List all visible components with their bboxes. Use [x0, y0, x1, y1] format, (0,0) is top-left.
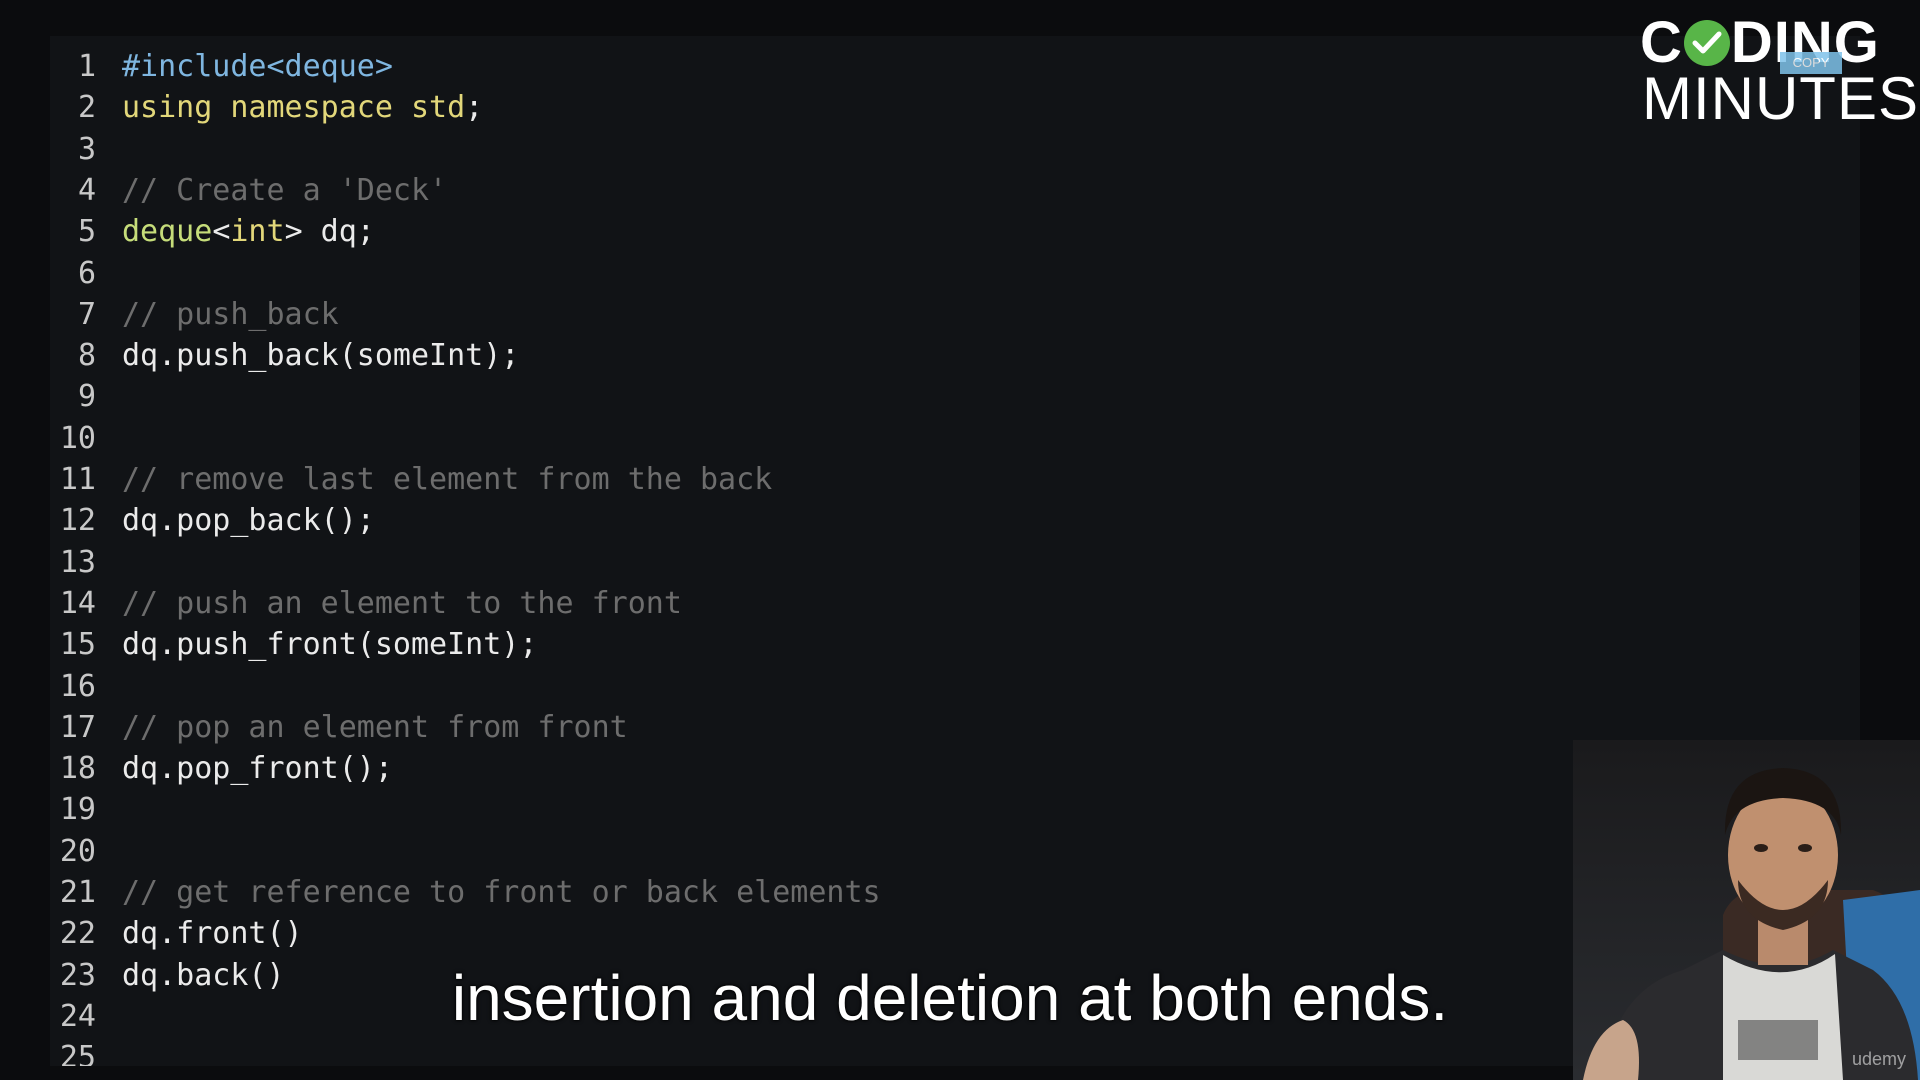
line-number: 14 [59, 585, 96, 621]
code-token: // push an element to the front [122, 585, 682, 621]
code-line: 20 [50, 831, 1750, 872]
line-number: 10 [59, 420, 96, 456]
code-line: 16 [50, 666, 1750, 707]
code-text: #include<deque> [122, 46, 393, 87]
code-token: dq.push_front(someInt); [122, 627, 538, 663]
line-number: 7 [77, 296, 96, 332]
code-line: 2 using namespace std; [50, 87, 1750, 128]
code-text: // push_back [122, 294, 339, 335]
code-line: 22 dq.front() [50, 913, 1750, 954]
code-token: deque [122, 214, 213, 250]
logo-title-line2: MINUTES [1642, 65, 1919, 132]
code-line: 12 dq.pop_back(); [50, 500, 1750, 541]
code-line: 6 [50, 253, 1750, 294]
line-number: 16 [59, 668, 96, 704]
code-token: < [212, 214, 231, 250]
line-number: 20 [59, 833, 96, 869]
code-line: 1 #include<deque> [50, 46, 1750, 87]
code-line: 11 // remove last element from the back [50, 459, 1750, 500]
code-line: 21 // get reference to front or back elem… [50, 872, 1750, 913]
line-number: 21 [59, 875, 96, 910]
line-number: 25 [59, 1040, 96, 1066]
code-line: 5 deque<int> dq; [50, 211, 1750, 252]
line-number: 15 [59, 627, 96, 663]
code-text: dq.push_back(someInt); [122, 335, 519, 376]
line-number: 12 [59, 503, 96, 539]
code-text: using namespace std; [122, 87, 483, 128]
line-number: 13 [59, 544, 96, 580]
code-token: dq.pop_back(); [122, 503, 375, 539]
code-line: 18 dq.pop_front(); [50, 748, 1750, 789]
line-number: 6 [77, 255, 96, 291]
video-frame: 1 #include<deque> 2 using namespace std; 3 4 /… [0, 0, 1920, 1080]
code-text: deque<int> dq; [122, 211, 375, 252]
line-number: 11 [59, 462, 96, 497]
code-text: // pop an element from front [122, 707, 628, 748]
code-token: // get reference to front or back elemen… [122, 875, 881, 910]
code-token: using namespace std [122, 90, 466, 126]
code-token: > dq; [284, 214, 375, 250]
code-line: 14 // push an element to the front [50, 583, 1750, 624]
code-line: 19 [50, 789, 1750, 830]
check-circle-icon [1683, 20, 1730, 66]
line-number: 4 [77, 172, 96, 208]
code-line: 7 // push_back [50, 294, 1750, 335]
line-number: 1 [77, 49, 96, 84]
code-text: dq.pop_back(); [122, 500, 375, 541]
code-line: 17 // pop an element from front [50, 707, 1750, 748]
code-text: // get reference to front or back elemen… [122, 872, 881, 913]
code-text: dq.pop_front(); [122, 748, 393, 789]
code-line: 25 [50, 1037, 1750, 1066]
line-number: 18 [59, 751, 96, 787]
udemy-watermark: udemy [1851, 1049, 1906, 1069]
code-token: dq.front() [122, 916, 303, 952]
code-line: 9 [50, 376, 1750, 417]
video-subtitle: insertion and deletion at both ends. [451, 962, 1449, 1034]
line-number: 19 [59, 792, 96, 828]
code-token: // push_back [122, 296, 339, 332]
code-line: 15 dq.push_front(someInt); [50, 624, 1750, 665]
line-number: 9 [77, 379, 96, 415]
code-text: dq.front() [122, 913, 303, 954]
code-token: ; [465, 90, 484, 126]
line-number: 3 [77, 131, 96, 167]
code-token: dq.push_back(someInt); [122, 338, 520, 374]
line-number: 17 [59, 709, 96, 745]
line-number: 8 [77, 338, 96, 374]
line-number: 22 [59, 916, 96, 952]
code-token: // pop an element from front [122, 709, 628, 745]
code-token: // Create a 'Deck' [122, 172, 448, 208]
code-line: 4 // Create a 'Deck' [50, 170, 1750, 211]
code-text: // push an element to the front [122, 583, 682, 624]
code-text: dq.push_front(someInt); [122, 624, 537, 665]
code-token: #include<deque> [122, 49, 393, 84]
code-line: 10 [50, 418, 1750, 459]
code-text: // Create a 'Deck' [122, 170, 447, 211]
code-token: int [230, 214, 285, 250]
code-line: 3 [50, 129, 1750, 170]
line-number: 2 [77, 90, 96, 126]
coding-minutes-logo: C DING COPY MINUTES [1640, 12, 1918, 130]
code-text: // remove last element from the back [122, 459, 772, 500]
code-token: dq.pop_front(); [122, 751, 393, 787]
line-number: 5 [77, 214, 96, 250]
code-line: 8 dq.push_back(someInt); [50, 335, 1750, 376]
code-token: // remove last element from the back [122, 462, 773, 497]
code-line: 13 [50, 542, 1750, 583]
